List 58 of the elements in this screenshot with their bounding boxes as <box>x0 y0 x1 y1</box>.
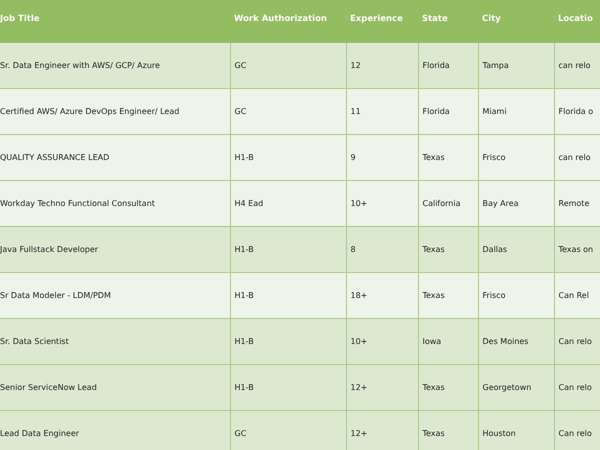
column-header: Locatio <box>557 14 593 24</box>
table-cell: Frisco <box>478 272 554 318</box>
table-cell: Sr. Data Engineer with AWS/ GCP/ Azure <box>0 43 230 88</box>
table-cell: H1-B <box>230 272 346 318</box>
table-cell: Georgetown <box>478 364 554 410</box>
column-header: Experience <box>349 14 403 24</box>
table-cell: H1-B <box>230 364 346 410</box>
table-cell: H1-B <box>230 134 346 180</box>
table-cell: Tampa <box>478 43 554 88</box>
table-cell: Florida <box>418 43 478 88</box>
table-cell: can relo <box>554 43 600 88</box>
column-header: Work Authorization <box>233 14 327 24</box>
table-cell: Texas on <box>554 226 600 272</box>
table-cell: Remote <box>554 180 600 226</box>
table-cell: Texas <box>418 134 478 180</box>
table-cell: Can relo <box>554 410 600 450</box>
table-cell: GC <box>230 88 346 134</box>
table-cell: Can relo <box>554 318 600 364</box>
table-cell: Des Moines <box>478 318 554 364</box>
table-cell: H1-B <box>230 318 346 364</box>
table-cell: 11 <box>346 88 418 134</box>
table-cell: GC <box>230 43 346 88</box>
table-cell: 12+ <box>346 410 418 450</box>
table-cell: Sr. Data Scientist <box>0 318 230 364</box>
table-cell: Lead Data Engineer <box>0 410 230 450</box>
table-cell: Bay Area <box>478 180 554 226</box>
table-cell: Miami <box>478 88 554 134</box>
table-cell: Dallas <box>478 226 554 272</box>
table-cell: Can Rel <box>554 272 600 318</box>
table-cell: 18+ <box>346 272 418 318</box>
table-cell: GC <box>230 410 346 450</box>
table-cell: 12+ <box>346 364 418 410</box>
table-cell: H1-B <box>230 226 346 272</box>
table-cell: 8 <box>346 226 418 272</box>
table-cell: H4 Ead <box>230 180 346 226</box>
table-cell: Sr Data Modeler - LDM/PDM <box>0 272 230 318</box>
table-cell: Texas <box>418 226 478 272</box>
table-cell: Texas <box>418 272 478 318</box>
table-cell: Certified AWS/ Azure DevOps Engineer/ Lead <box>0 88 230 134</box>
table-cell: can relo <box>554 134 600 180</box>
column-header: State <box>421 14 448 24</box>
table-cell: Texas <box>418 364 478 410</box>
column-header: City <box>481 14 501 24</box>
table-cell: Senior ServiceNow Lead <box>0 364 230 410</box>
table-cell: 9 <box>346 134 418 180</box>
table-cell: Florida <box>418 88 478 134</box>
table-cell: Florida o <box>554 88 600 134</box>
table-cell: California <box>418 180 478 226</box>
table-cell: Iowa <box>418 318 478 364</box>
table-cell: Texas <box>418 410 478 450</box>
table-cell: Can relo <box>554 364 600 410</box>
table-cell: Houston <box>478 410 554 450</box>
table-cell: 10+ <box>346 180 418 226</box>
table-cell: Workday Techno Functional Consultant <box>0 180 230 226</box>
table-cell: Frisco <box>478 134 554 180</box>
table-cell: 10+ <box>346 318 418 364</box>
table-cell: 12 <box>346 43 418 88</box>
table-cell: QUALITY ASSURANCE LEAD <box>0 134 230 180</box>
